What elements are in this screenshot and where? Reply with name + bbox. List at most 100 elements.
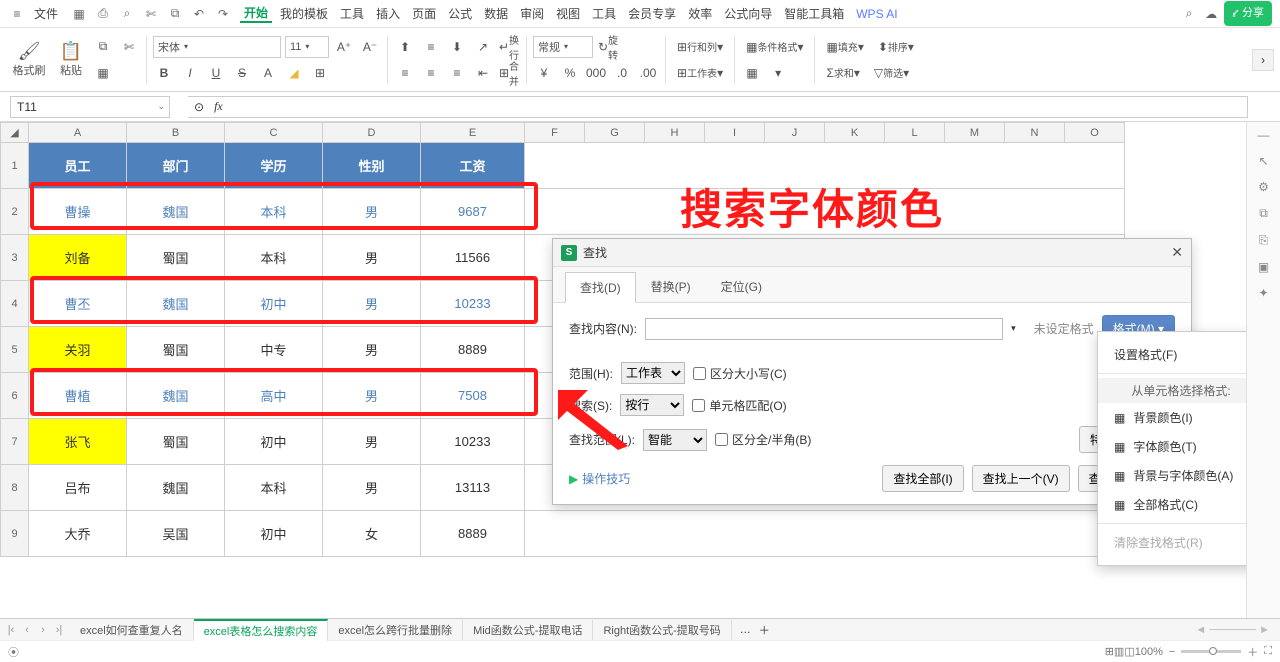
- table-header-cell[interactable]: 性别: [323, 143, 421, 189]
- cell[interactable]: 男: [323, 465, 421, 511]
- percent-icon[interactable]: %: [559, 62, 581, 84]
- name-box[interactable]: T11 ⌄: [10, 96, 170, 118]
- preview-icon[interactable]: ⌕: [118, 5, 136, 23]
- redo-icon[interactable]: ↷: [214, 5, 232, 23]
- first-sheet-icon[interactable]: |‹: [4, 624, 18, 636]
- col-header[interactable]: J: [765, 123, 825, 143]
- undo-icon[interactable]: ↶: [190, 5, 208, 23]
- col-header[interactable]: N: [1005, 123, 1065, 143]
- scissors-icon[interactable]: ✄: [118, 36, 140, 58]
- cell[interactable]: 魏国: [127, 281, 225, 327]
- tips-link[interactable]: ▶ 操作技巧: [569, 465, 630, 492]
- search-icon[interactable]: ⌕: [1180, 5, 1198, 23]
- cell[interactable]: 男: [323, 189, 421, 235]
- search-select[interactable]: 按行: [620, 394, 684, 416]
- table-header-cell[interactable]: 员工: [29, 143, 127, 189]
- col-header[interactable]: F: [525, 123, 585, 143]
- font-color-button[interactable]: A: [257, 62, 279, 84]
- number-format-combo[interactable]: 常规▾: [533, 36, 593, 58]
- cell-style-icon[interactable]: ▾: [767, 62, 789, 84]
- sheet-tab[interactable]: Right函数公式-提取号码: [593, 620, 731, 640]
- cell[interactable]: 男: [323, 281, 421, 327]
- col-header[interactable]: B: [127, 123, 225, 143]
- copy-icon[interactable]: ⧉: [166, 5, 184, 23]
- merge-button[interactable]: ⊞ 合并: [498, 62, 520, 84]
- comma-icon[interactable]: 000: [585, 62, 607, 84]
- font-name-combo[interactable]: 宋体▾: [153, 36, 281, 58]
- formula-bar[interactable]: ⊙ fx: [188, 96, 1248, 118]
- wrap-text-button[interactable]: ↵ 换行: [498, 36, 520, 58]
- cell[interactable]: 男: [323, 327, 421, 373]
- cell[interactable]: 初中: [225, 511, 323, 557]
- font-size-combo[interactable]: 11▾: [285, 36, 329, 58]
- row-header[interactable]: 2: [1, 189, 29, 235]
- sheet-tab[interactable]: excel表格怎么搜索内容: [194, 619, 329, 641]
- decrease-font-icon[interactable]: A⁻: [359, 36, 381, 58]
- close-icon[interactable]: ✕: [1171, 244, 1183, 261]
- layer-icon[interactable]: ⧉: [1259, 206, 1268, 221]
- tab-start[interactable]: 开始: [240, 4, 272, 23]
- chevron-down-icon[interactable]: ⌄: [157, 101, 165, 112]
- cell[interactable]: 男: [323, 235, 421, 281]
- align-right-icon[interactable]: ≡: [446, 62, 468, 84]
- link-icon[interactable]: ⎘: [1259, 233, 1269, 248]
- strike-button[interactable]: S: [231, 62, 253, 84]
- cut-icon[interactable]: ✄: [142, 5, 160, 23]
- scope-select[interactable]: 工作表: [621, 362, 685, 384]
- zoom-slider[interactable]: [1181, 650, 1241, 653]
- clipboard-copy-icon[interactable]: ⧉: [92, 36, 114, 58]
- cell[interactable]: 魏国: [127, 189, 225, 235]
- fullscreen-icon[interactable]: ⛶: [1264, 645, 1272, 658]
- cell[interactable]: 本科: [225, 235, 323, 281]
- tab-data[interactable]: 数据: [480, 5, 512, 22]
- align-middle-icon[interactable]: ≡: [420, 36, 442, 58]
- fx-label[interactable]: fx: [214, 99, 223, 114]
- cell[interactable]: 吕布: [29, 465, 127, 511]
- bold-button[interactable]: B: [153, 62, 175, 84]
- menu-font-color[interactable]: ▦字体颜色(T): [1098, 432, 1246, 461]
- cell[interactable]: 女: [323, 511, 421, 557]
- tab-review[interactable]: 审阅: [516, 5, 548, 22]
- menu-set-format[interactable]: 设置格式(F): [1098, 340, 1246, 369]
- record-macro-icon[interactable]: ⦿: [8, 644, 19, 660]
- settings-icon[interactable]: ⚙: [1258, 180, 1269, 194]
- col-header[interactable]: E: [421, 123, 525, 143]
- cell[interactable]: 张飞: [29, 419, 127, 465]
- match-cell-checkbox[interactable]: 单元格匹配(O): [692, 397, 786, 414]
- more-sheets-icon[interactable]: …: [732, 624, 759, 636]
- match-case-checkbox[interactable]: 区分大小写(C): [693, 365, 787, 382]
- tab-locate[interactable]: 定位(G): [706, 271, 777, 302]
- cell[interactable]: 曹植: [29, 373, 127, 419]
- find-prev-button[interactable]: 查找上一个(V): [972, 465, 1070, 492]
- col-header[interactable]: D: [323, 123, 421, 143]
- cell[interactable]: 大乔: [29, 511, 127, 557]
- fill-color-button[interactable]: ◢: [283, 62, 305, 84]
- col-header[interactable]: K: [825, 123, 885, 143]
- print-icon[interactable]: ⎙: [94, 5, 112, 23]
- align-top-icon[interactable]: ⬆: [394, 36, 416, 58]
- cell[interactable]: 曹丕: [29, 281, 127, 327]
- ribbon-expand-icon[interactable]: ›: [1252, 49, 1274, 71]
- orientation-icon[interactable]: ↗: [472, 36, 494, 58]
- view-split-icon[interactable]: ◫: [1124, 645, 1134, 658]
- cell[interactable]: 蜀国: [127, 327, 225, 373]
- menu-bg-and-font[interactable]: ▦背景与字体颜色(A): [1098, 461, 1246, 490]
- cell[interactable]: 魏国: [127, 373, 225, 419]
- tab-members[interactable]: 会员专享: [624, 5, 680, 22]
- cell[interactable]: 11566: [421, 235, 525, 281]
- cell[interactable]: 8889: [421, 511, 525, 557]
- tab-tools-2[interactable]: 工具: [588, 5, 620, 22]
- menu-all-format[interactable]: ▦全部格式(C): [1098, 490, 1246, 519]
- paste-button[interactable]: 📋粘贴: [50, 41, 92, 78]
- cell[interactable]: 初中: [225, 419, 323, 465]
- col-header[interactable]: L: [885, 123, 945, 143]
- chevron-down-icon[interactable]: ▾: [1011, 323, 1016, 334]
- row-header[interactable]: 4: [1, 281, 29, 327]
- row-header[interactable]: 3: [1, 235, 29, 281]
- sheet-tab[interactable]: excel如何查重复人名: [70, 620, 194, 640]
- col-header[interactable]: I: [705, 123, 765, 143]
- pointer-icon[interactable]: ↖: [1258, 154, 1268, 168]
- table-header-cell[interactable]: 部门: [127, 143, 225, 189]
- lookin-select[interactable]: 智能: [643, 429, 707, 451]
- cell[interactable]: 8889: [421, 327, 525, 373]
